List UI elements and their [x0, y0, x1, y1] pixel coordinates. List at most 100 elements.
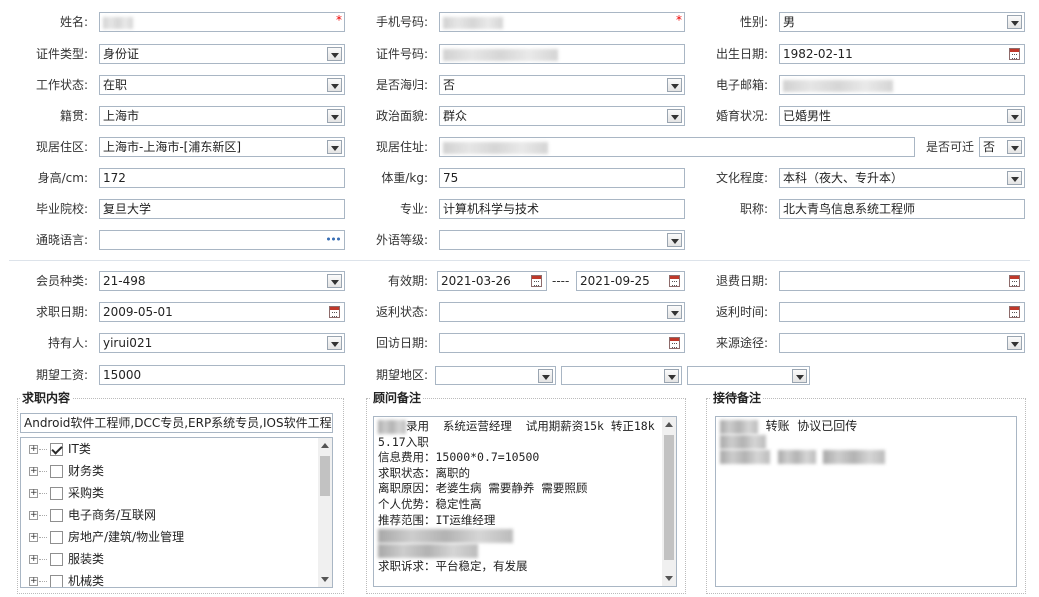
more-dots-icon[interactable]	[326, 237, 340, 241]
category-checkbox[interactable]	[50, 465, 63, 478]
chevron-down-icon[interactable]	[327, 78, 342, 92]
category-checkbox[interactable]	[50, 575, 63, 587]
email-input[interactable]	[779, 75, 1025, 95]
chevron-down-icon[interactable]	[327, 140, 342, 154]
chevron-down-icon[interactable]	[792, 369, 807, 383]
job-content-summary[interactable]: Android软件工程师,DCC专员,ERP系统专员,IOS软件工程	[20, 413, 333, 433]
chevron-down-icon[interactable]	[1007, 140, 1022, 154]
birth-date-input[interactable]: 1982-02-11	[779, 44, 1025, 64]
name-input[interactable]: *	[99, 12, 345, 32]
expand-plus-icon[interactable]: +	[29, 489, 38, 498]
chevron-down-icon[interactable]	[667, 109, 682, 123]
chevron-down-icon[interactable]	[667, 78, 682, 92]
height-input[interactable]: 172	[99, 168, 345, 188]
calendar-icon[interactable]	[1009, 306, 1020, 318]
expand-plus-icon[interactable]: +	[29, 445, 38, 454]
expected-region-label: 期望地区:	[375, 368, 428, 382]
title-input[interactable]: 北大青鸟信息系统工程师	[779, 199, 1025, 219]
category-checkbox[interactable]	[50, 487, 63, 500]
scroll-up-icon[interactable]	[665, 422, 673, 427]
relocatable-select[interactable]: 否	[979, 137, 1025, 157]
expand-plus-icon[interactable]: +	[29, 511, 38, 520]
calendar-icon[interactable]	[1009, 48, 1020, 60]
foreign-level-select[interactable]	[439, 230, 685, 250]
gender-select[interactable]: 男	[779, 12, 1025, 32]
id-type-select[interactable]: 身份证	[99, 44, 345, 64]
residence-address-input[interactable]	[439, 137, 915, 157]
advisor-notes-textarea[interactable]: 录用 系统运营经理 试用期薪资15k 转正18k 5.17入职 信息费用：15000…	[373, 416, 677, 587]
rebate-time-input[interactable]	[779, 302, 1025, 322]
reception-notes-textarea[interactable]: 转账 协议已回传	[715, 416, 1017, 587]
tree-scrollbar[interactable]	[318, 438, 332, 587]
rebate-status-select[interactable]	[439, 302, 685, 322]
member-type-select[interactable]: 21-498	[99, 271, 345, 291]
region-province-select[interactable]	[435, 366, 556, 385]
calendar-icon[interactable]	[1009, 275, 1020, 287]
expand-plus-icon[interactable]: +	[29, 555, 38, 564]
chevron-down-icon[interactable]	[1007, 171, 1022, 185]
source-select[interactable]	[779, 333, 1025, 353]
expected-salary-input[interactable]: 15000	[99, 365, 345, 385]
category-checkbox[interactable]	[50, 531, 63, 544]
calendar-icon[interactable]	[669, 337, 680, 349]
expand-plus-icon[interactable]: +	[29, 467, 38, 476]
marital-status-select[interactable]: 已婚男性	[779, 106, 1025, 126]
school-input[interactable]: 复旦大学	[99, 199, 345, 219]
calendar-icon[interactable]	[531, 275, 542, 287]
chevron-down-icon[interactable]	[1007, 109, 1022, 123]
chevron-down-icon[interactable]	[667, 305, 682, 319]
holder-select[interactable]: yirui021	[99, 333, 345, 353]
education-select[interactable]: 本科（夜大、专升本）	[779, 168, 1025, 188]
category-checkbox[interactable]	[50, 443, 63, 456]
chevron-down-icon[interactable]	[664, 369, 679, 383]
tree-item[interactable]: + 财务类	[21, 460, 316, 482]
chevron-down-icon[interactable]	[667, 233, 682, 247]
tree-item[interactable]: + 服装类	[21, 548, 316, 570]
tree-item[interactable]: + IT类	[21, 438, 316, 460]
valid-start-input[interactable]: 2021-03-26	[437, 271, 547, 291]
returnee-select[interactable]: 否	[439, 75, 685, 95]
expand-plus-icon[interactable]: +	[29, 533, 38, 542]
major-input[interactable]: 计算机科学与技术	[439, 199, 685, 219]
scroll-down-icon[interactable]	[665, 576, 673, 581]
region-district-select[interactable]	[687, 366, 810, 385]
residence-area-select[interactable]: 上海市-上海市-[浦东新区]	[99, 137, 345, 157]
languages-input[interactable]	[99, 230, 345, 250]
tree-item[interactable]: + 机械类	[21, 570, 316, 587]
work-status-select[interactable]: 在职	[99, 75, 345, 95]
native-place-select[interactable]: 上海市	[99, 106, 345, 126]
advisor-scrollbar[interactable]	[662, 417, 676, 586]
chevron-down-icon[interactable]	[327, 109, 342, 123]
region-city-select[interactable]	[561, 366, 682, 385]
phone-input[interactable]: *	[439, 12, 685, 32]
political-status-select[interactable]: 群众	[439, 106, 685, 126]
job-seek-date-input[interactable]: 2009-05-01	[99, 302, 345, 322]
valid-end-input[interactable]: 2021-09-25	[576, 271, 685, 291]
advisor-notes-legend: 顾问备注	[371, 391, 424, 405]
scroll-thumb[interactable]	[320, 456, 330, 496]
tree-item[interactable]: + 房地产/建筑/物业管理	[21, 526, 316, 548]
category-tree[interactable]: + IT类 + 财务类 + 采购类 + 电子商务/互联网 + 房地产/建筑/物业…	[20, 437, 333, 588]
revisit-date-input[interactable]	[439, 333, 685, 353]
scroll-thumb[interactable]	[664, 435, 674, 560]
chevron-down-icon[interactable]	[327, 274, 342, 288]
calendar-icon[interactable]	[329, 306, 340, 318]
weight-input[interactable]: 75	[439, 168, 685, 188]
chevron-down-icon[interactable]	[327, 336, 342, 350]
note-line: 推荐范围：IT运维经理	[378, 512, 496, 527]
category-checkbox[interactable]	[50, 509, 63, 522]
chevron-down-icon[interactable]	[1007, 336, 1022, 350]
tree-item[interactable]: + 电子商务/互联网	[21, 504, 316, 526]
category-checkbox[interactable]	[50, 553, 63, 566]
redacted-text	[720, 449, 770, 464]
id-number-input[interactable]	[439, 44, 685, 64]
tree-item[interactable]: + 采购类	[21, 482, 316, 504]
scroll-down-icon[interactable]	[321, 577, 329, 582]
chevron-down-icon[interactable]	[538, 369, 553, 383]
chevron-down-icon[interactable]	[327, 47, 342, 61]
chevron-down-icon[interactable]	[1007, 15, 1022, 29]
scroll-up-icon[interactable]	[321, 443, 329, 448]
calendar-icon[interactable]	[669, 275, 680, 287]
expand-plus-icon[interactable]: +	[29, 577, 38, 586]
refund-date-input[interactable]	[779, 271, 1025, 291]
